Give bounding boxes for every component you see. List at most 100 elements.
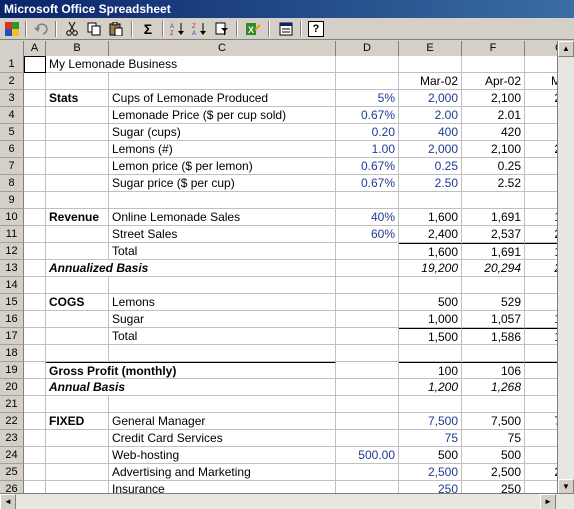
cell-e22[interactable]: 7,500 [399,413,462,430]
row-header-13[interactable]: 13 [0,260,24,277]
row-header-19[interactable]: 19 [0,362,24,379]
cell-e8[interactable]: 2.50 [399,175,462,192]
cell-e2[interactable]: Mar-02 [399,73,462,90]
cell-a12[interactable] [24,243,46,260]
cell-d11[interactable]: 60% [336,226,399,243]
cell-f6[interactable]: 2,100 [462,141,525,158]
cell-f25[interactable]: 2,500 [462,464,525,481]
row-header-16[interactable]: 16 [0,311,24,328]
row-header-10[interactable]: 10 [0,209,24,226]
cell-e7[interactable]: 0.25 [399,158,462,175]
undo-icon[interactable] [31,20,51,38]
cell-c9[interactable] [109,192,336,209]
cell-e5[interactable]: 400 [399,124,462,141]
commands-options-icon[interactable] [276,20,296,38]
scroll-right-button[interactable]: ► [540,494,556,509]
cell-d25[interactable] [336,464,399,481]
cell-a1[interactable] [24,56,46,73]
cell-b12[interactable] [46,243,109,260]
cell-f13[interactable]: 20,294 [462,260,525,277]
cell-b3[interactable]: Stats [46,90,109,107]
cell-f14[interactable] [462,277,525,294]
cell-d15[interactable] [336,294,399,311]
row-header-6[interactable]: 6 [0,141,24,158]
cell-f2[interactable]: Apr-02 [462,73,525,90]
cell-f16[interactable]: 1,057 [462,311,525,328]
cell-b2[interactable] [46,73,109,90]
cell-a11[interactable] [24,226,46,243]
cell-c23[interactable]: Credit Card Services [109,430,336,447]
cell-b5[interactable] [46,124,109,141]
row-header-23[interactable]: 23 [0,430,24,447]
cell-b8[interactable] [46,175,109,192]
cell-d16[interactable] [336,311,399,328]
cell-b23[interactable] [46,430,109,447]
cell-a7[interactable] [24,158,46,175]
cell-d24[interactable]: 500.00 [336,447,399,464]
cell-e16[interactable]: 1,000 [399,311,462,328]
cell-b21[interactable] [46,396,109,413]
cell-f17[interactable]: 1,586 [462,328,525,345]
select-all-corner[interactable] [0,41,24,56]
cell-a16[interactable] [24,311,46,328]
sort-ascending-icon[interactable]: AZ [168,20,188,38]
cell-d6[interactable]: 1.00 [336,141,399,158]
cell-b18[interactable] [46,345,109,362]
cell-a18[interactable] [24,345,46,362]
row-header-9[interactable]: 9 [0,192,24,209]
row-header-11[interactable]: 11 [0,226,24,243]
horizontal-scrollbar[interactable]: ◄ ► [0,493,574,509]
scroll-left-button[interactable]: ◄ [0,494,16,509]
column-header-d[interactable]: D [336,41,399,56]
cell-c14[interactable] [109,277,336,294]
cell-f21[interactable] [462,396,525,413]
cell-a24[interactable] [24,447,46,464]
cell-f23[interactable]: 75 [462,430,525,447]
row-header-20[interactable]: 20 [0,379,24,396]
row-header-18[interactable]: 18 [0,345,24,362]
cell-e21[interactable] [399,396,462,413]
cell-b24[interactable] [46,447,109,464]
cell-a23[interactable] [24,430,46,447]
row-header-5[interactable]: 5 [0,124,24,141]
cell-c16[interactable]: Sugar [109,311,336,328]
cell-b14[interactable] [46,277,109,294]
cell-c22[interactable]: General Manager [109,413,336,430]
scroll-up-button[interactable]: ▲ [558,41,574,57]
cell-b19[interactable]: Gross Profit (monthly) [46,362,336,379]
cell-d1[interactable] [336,56,399,73]
cell-a10[interactable] [24,209,46,226]
cell-c15[interactable]: Lemons [109,294,336,311]
cell-e19[interactable]: 100 [399,362,462,379]
cell-a19[interactable] [24,362,46,379]
cell-e1[interactable] [399,56,462,73]
cell-c2[interactable] [109,73,336,90]
column-header-c[interactable]: C [109,41,336,56]
cell-d7[interactable]: 0.67% [336,158,399,175]
row-header-1[interactable]: 1 [0,56,24,73]
cell-f9[interactable] [462,192,525,209]
cell-a13[interactable] [24,260,46,277]
cell-d23[interactable] [336,430,399,447]
column-header-b[interactable]: B [46,41,109,56]
cell-a17[interactable] [24,328,46,345]
cell-a5[interactable] [24,124,46,141]
cell-b4[interactable] [46,107,109,124]
cell-c5[interactable]: Sugar (cups) [109,124,336,141]
cell-c25[interactable]: Advertising and Marketing [109,464,336,481]
cell-a3[interactable] [24,90,46,107]
cell-f7[interactable]: 0.25 [462,158,525,175]
spreadsheet-grid[interactable]: A B C D E F G 1 My Lemonade Business 2 Mar-… [0,41,574,497]
help-icon[interactable]: ? [308,21,324,37]
cell-d10[interactable]: 40% [336,209,399,226]
row-header-3[interactable]: 3 [0,90,24,107]
cell-e3[interactable]: 2,000 [399,90,462,107]
cell-b7[interactable] [46,158,109,175]
cell-a14[interactable] [24,277,46,294]
cell-d9[interactable] [336,192,399,209]
cell-c3[interactable]: Cups of Lemonade Produced [109,90,336,107]
cell-c1[interactable]: My Lemonade Business [46,56,336,73]
cell-e15[interactable]: 500 [399,294,462,311]
cell-e24[interactable]: 500 [399,447,462,464]
cell-b17[interactable] [46,328,109,345]
